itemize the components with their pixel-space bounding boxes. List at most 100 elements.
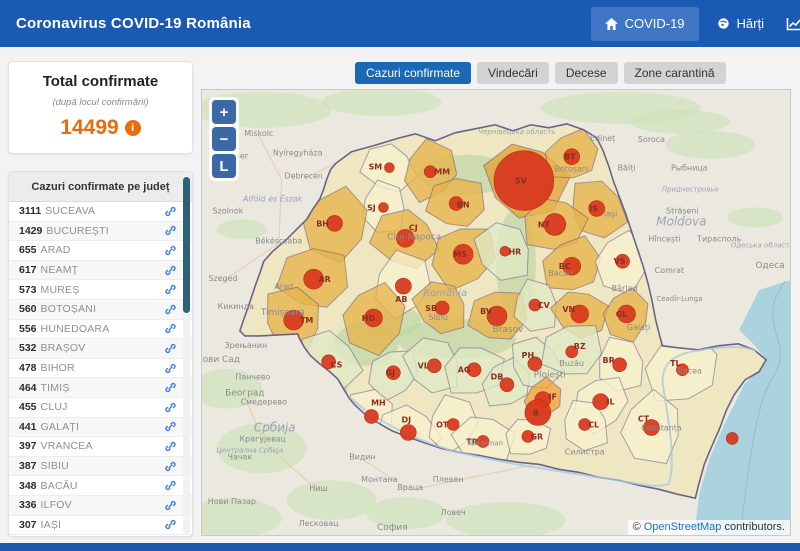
link-icon[interactable] — [165, 206, 176, 217]
link-icon[interactable] — [165, 304, 176, 315]
map-place-label: Botoșani — [554, 165, 589, 175]
osm-link[interactable]: OpenStreetMap — [644, 521, 722, 533]
link-icon[interactable] — [165, 421, 176, 432]
map-place-label: Нови Пазар — [208, 497, 256, 506]
map-place-label: Buzău — [559, 359, 584, 368]
map-place-label: Bacău — [548, 269, 573, 278]
nav-harti-label: Hărți — [737, 16, 764, 31]
county-code-label: CV — [538, 301, 551, 310]
map-place-label: Moldova — [656, 214, 706, 228]
link-icon[interactable] — [165, 225, 176, 236]
county-name: TIMIȘ — [41, 382, 70, 394]
county-row: 478BIHOR — [9, 359, 192, 379]
county-circle-DJ[interactable] — [400, 424, 416, 440]
county-count: 397 — [19, 440, 37, 452]
map-place-label: Iași — [604, 209, 618, 219]
county-code-label: VL — [418, 362, 429, 371]
forest-patch — [631, 110, 731, 134]
map[interactable]: SMMMSVBTISBNSJNTBHCJMSHRBCVSARABSBHDTMBV… — [201, 89, 791, 536]
county-code-label: SJ — [367, 203, 376, 212]
app-title: Coronavirus COVID-19 România — [16, 15, 251, 32]
county-row: 397VRANCEA — [9, 437, 192, 457]
map-place-label: Враца — [397, 483, 423, 492]
attribution-suffix: contributors. — [721, 521, 785, 533]
map-place-label: Constanța — [641, 423, 682, 433]
county-name: BIHOR — [41, 362, 75, 374]
map-place-label: Galați — [627, 323, 650, 333]
map-attribution: © OpenStreetMap contributors. — [628, 520, 790, 535]
link-icon[interactable] — [165, 245, 176, 256]
county-name: NEAMȚ — [41, 264, 79, 276]
map-place-label: Szeged — [208, 274, 237, 283]
link-icon[interactable] — [165, 343, 176, 354]
county-code-label: HD — [362, 314, 376, 323]
map-place-label: Sibiu — [428, 313, 448, 322]
county-row: 655ARAD — [9, 241, 192, 261]
county-circle-MH[interactable] — [364, 410, 378, 424]
county-code-label: BH — [316, 219, 329, 228]
map-zoom-controls: + − L — [209, 97, 239, 181]
tab-vindec-ri[interactable]: Vindecări — [477, 62, 549, 84]
link-icon[interactable] — [165, 480, 176, 491]
forest-patch — [665, 131, 755, 159]
link-icon[interactable] — [165, 461, 176, 472]
county-circle-OT[interactable] — [447, 419, 459, 431]
link-icon[interactable] — [165, 363, 176, 374]
home-icon — [605, 18, 618, 30]
map-place-label: Tulcea — [676, 367, 702, 376]
county-code-label: CJ — [409, 223, 418, 232]
info-icon[interactable]: i — [125, 120, 141, 136]
map-tabs: Cazuri confirmate Vindecări Decese Zone car… — [355, 62, 726, 84]
county-count: 307 — [19, 519, 37, 531]
globe-icon — [717, 17, 730, 30]
chart-line-icon[interactable] — [782, 17, 800, 31]
county-code-label: CL — [588, 420, 599, 429]
map-place-label: Edineț — [590, 134, 615, 144]
county-list-header: Cazuri confirmate pe județ — [9, 172, 192, 202]
layers-button[interactable]: L — [212, 154, 236, 178]
link-icon[interactable] — [165, 500, 176, 511]
county-code-label: GJ — [386, 369, 396, 378]
map-place-label: Szolnok — [212, 206, 243, 215]
link-icon[interactable] — [165, 284, 176, 295]
total-subtitle: (după locul confirmării) — [9, 97, 192, 108]
link-icon[interactable] — [165, 323, 176, 334]
map-place-label: Србија — [254, 420, 296, 434]
attribution-prefix: © — [633, 521, 644, 533]
link-icon[interactable] — [165, 382, 176, 393]
link-icon[interactable] — [165, 265, 176, 276]
county-name: SIBIU — [41, 460, 69, 472]
map-place-label: Miskolc — [244, 129, 273, 138]
scrollbar-thumb[interactable] — [183, 177, 190, 313]
county-row: 441GALAȚI — [9, 418, 192, 438]
zoom-in-button[interactable]: + — [212, 100, 236, 124]
map-place-label: Teleorman — [466, 439, 503, 447]
county-code-label: SB — [425, 304, 437, 313]
county-circle-VL[interactable] — [427, 359, 441, 373]
county-circle-AB[interactable] — [395, 278, 411, 294]
map-place-label: Nyíregyháza — [273, 149, 323, 158]
county-name: SUCEAVA — [45, 205, 95, 217]
map-place-label: Тирасполь — [696, 234, 741, 243]
nav-harti-button[interactable]: Hărți — [703, 7, 778, 41]
map-place-label: Монтана — [361, 475, 398, 484]
offshore-circle[interactable] — [726, 432, 738, 444]
county-name: ARAD — [41, 244, 71, 256]
tab-zone-carantin-[interactable]: Zone carantină — [624, 62, 726, 84]
tab-decese[interactable]: Decese — [555, 62, 618, 84]
county-circle-SM[interactable] — [384, 163, 394, 173]
county-name: IAȘI — [41, 519, 62, 531]
county-circle-SJ[interactable] — [378, 202, 388, 212]
county-code-label: VS — [614, 257, 626, 266]
county-circle-BH[interactable] — [327, 215, 343, 231]
county-count: 532 — [19, 342, 37, 354]
nav-covid19-label: COVID-19 — [625, 16, 685, 31]
county-code-label: IF — [549, 393, 557, 402]
tab-cazuri-confirmate[interactable]: Cazuri confirmate — [355, 62, 471, 84]
zoom-out-button[interactable]: − — [212, 127, 236, 151]
nav-covid19-button[interactable]: COVID-19 — [591, 7, 699, 41]
link-icon[interactable] — [165, 519, 176, 530]
link-icon[interactable] — [165, 402, 176, 413]
county-code-label: GL — [616, 310, 628, 319]
link-icon[interactable] — [165, 441, 176, 452]
